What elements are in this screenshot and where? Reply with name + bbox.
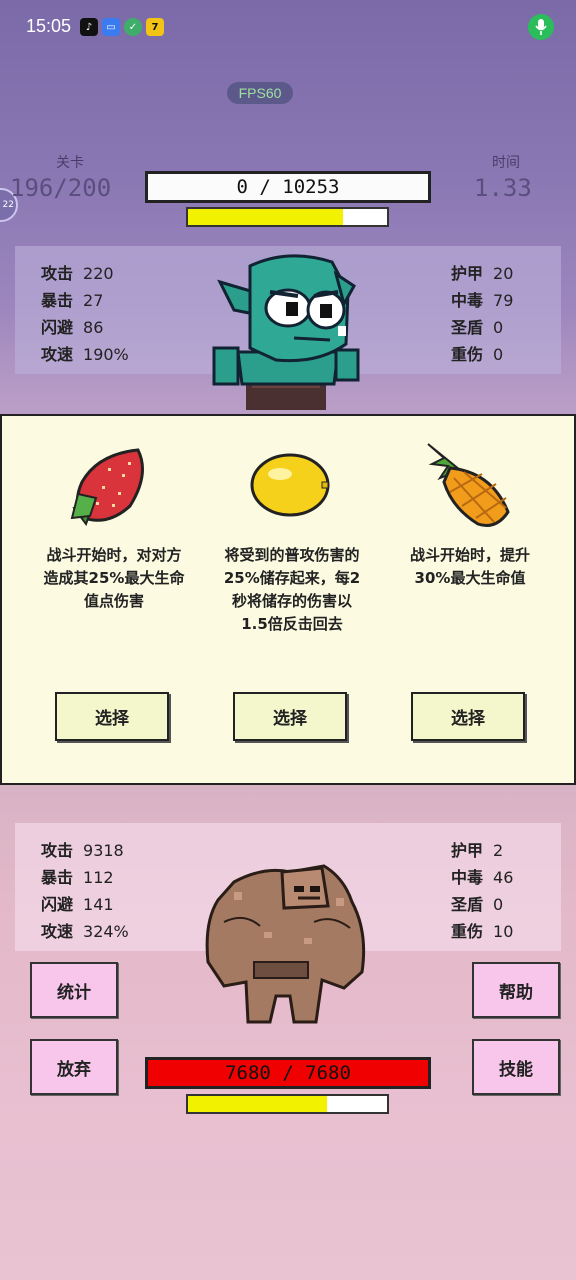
select-button-1[interactable]: 选择: [55, 692, 169, 741]
tiktok-icon: ♪: [80, 18, 98, 36]
skills-button[interactable]: 技能: [472, 1039, 560, 1095]
choice-desc-2: 将受到的普攻伤害的25%储存起来，每2秒将储存的伤害以1.5倍反击回去: [223, 546, 361, 633]
rock-golem-player-sprite: [205, 864, 366, 1024]
player-stat-holy-shield: 圣盾 0: [451, 895, 504, 914]
shield-icon: ✓: [124, 18, 142, 36]
fps-counter: FPS60: [227, 82, 293, 104]
enemy-stat-grievous: 重伤 0: [451, 345, 504, 364]
player-stat-armor: 护甲 2: [451, 841, 504, 860]
goblin-enemy-sprite: [212, 254, 360, 410]
player-stat-attack-speed: 攻速 324%: [41, 922, 129, 941]
help-button[interactable]: 帮助: [472, 962, 560, 1018]
strawberry-icon: [70, 448, 144, 526]
player-hp-bar: 7680 / 7680: [145, 1057, 431, 1089]
level-label: 关卡: [56, 155, 84, 171]
player-stat-crit: 暴击 112: [41, 868, 114, 887]
enemy-stat-poison: 中毒 79: [451, 291, 514, 310]
choice-desc-1: 战斗开始时，对对方造成其25%最大生命值点伤害: [43, 546, 185, 610]
status-bar: 15:05 ♪ ▭ ✓ 7: [0, 0, 576, 56]
enemy-energy-fill: [188, 209, 344, 225]
player-stat-grievous: 重伤 10: [451, 922, 514, 941]
player-stat-attack: 攻击 9318: [41, 841, 124, 860]
pineapple-icon: [427, 443, 510, 527]
player-hp-text: 7680 / 7680: [225, 1062, 351, 1084]
status-icons: ♪ ▭ ✓ 7: [80, 18, 164, 36]
lemon-icon: [250, 453, 330, 517]
enemy-stat-attack-speed: 攻速 190%: [41, 345, 129, 364]
enemy-hp-text: 0 / 10253: [236, 176, 340, 198]
reward-choice-panel: 战斗开始时，对对方造成其25%最大生命值点伤害 选择 将受到的普攻伤害的25%储…: [0, 414, 576, 785]
time-value: 1.33: [474, 174, 532, 202]
enemy-stat-armor: 护甲 20: [451, 264, 514, 283]
player-energy-bar: [186, 1094, 389, 1114]
stats-button[interactable]: 统计: [30, 962, 118, 1018]
player-stat-poison: 中毒 46: [451, 868, 514, 887]
game-app-icon: 7: [146, 18, 164, 36]
enemy-stat-holy-shield: 圣盾 0: [451, 318, 504, 337]
status-clock: 15:05: [26, 16, 72, 36]
select-button-2[interactable]: 选择: [233, 692, 347, 741]
level-value: 196/200: [10, 174, 112, 202]
choice-card-2: 将受到的普攻伤害的25%储存起来，每2秒将储存的伤害以1.5倍反击回去 选择: [194, 416, 386, 787]
select-button-3[interactable]: 选择: [411, 692, 525, 741]
choice-desc-3: 战斗开始时，提升30%最大生命值: [409, 546, 530, 587]
microphone-icon[interactable]: [528, 14, 554, 40]
give-up-button[interactable]: 放弃: [30, 1039, 118, 1095]
enemy-stat-attack: 攻击 220: [41, 264, 114, 283]
enemy-stat-dodge: 闪避 86: [41, 318, 104, 337]
player-energy-fill: [188, 1096, 328, 1112]
player-stat-dodge: 闪避 141: [41, 895, 114, 914]
enemy-energy-bar: [186, 207, 389, 227]
time-label: 时间: [492, 155, 520, 171]
choice-card-3: 战斗开始时，提升30%最大生命值 选择: [372, 416, 564, 787]
enemy-stat-crit: 暴击 27: [41, 291, 104, 310]
choice-card-1: 战斗开始时，对对方造成其25%最大生命值点伤害 选择: [16, 416, 208, 787]
enemy-hp-bar: 0 / 10253: [145, 171, 431, 203]
app-notification-icon: ▭: [102, 18, 120, 36]
